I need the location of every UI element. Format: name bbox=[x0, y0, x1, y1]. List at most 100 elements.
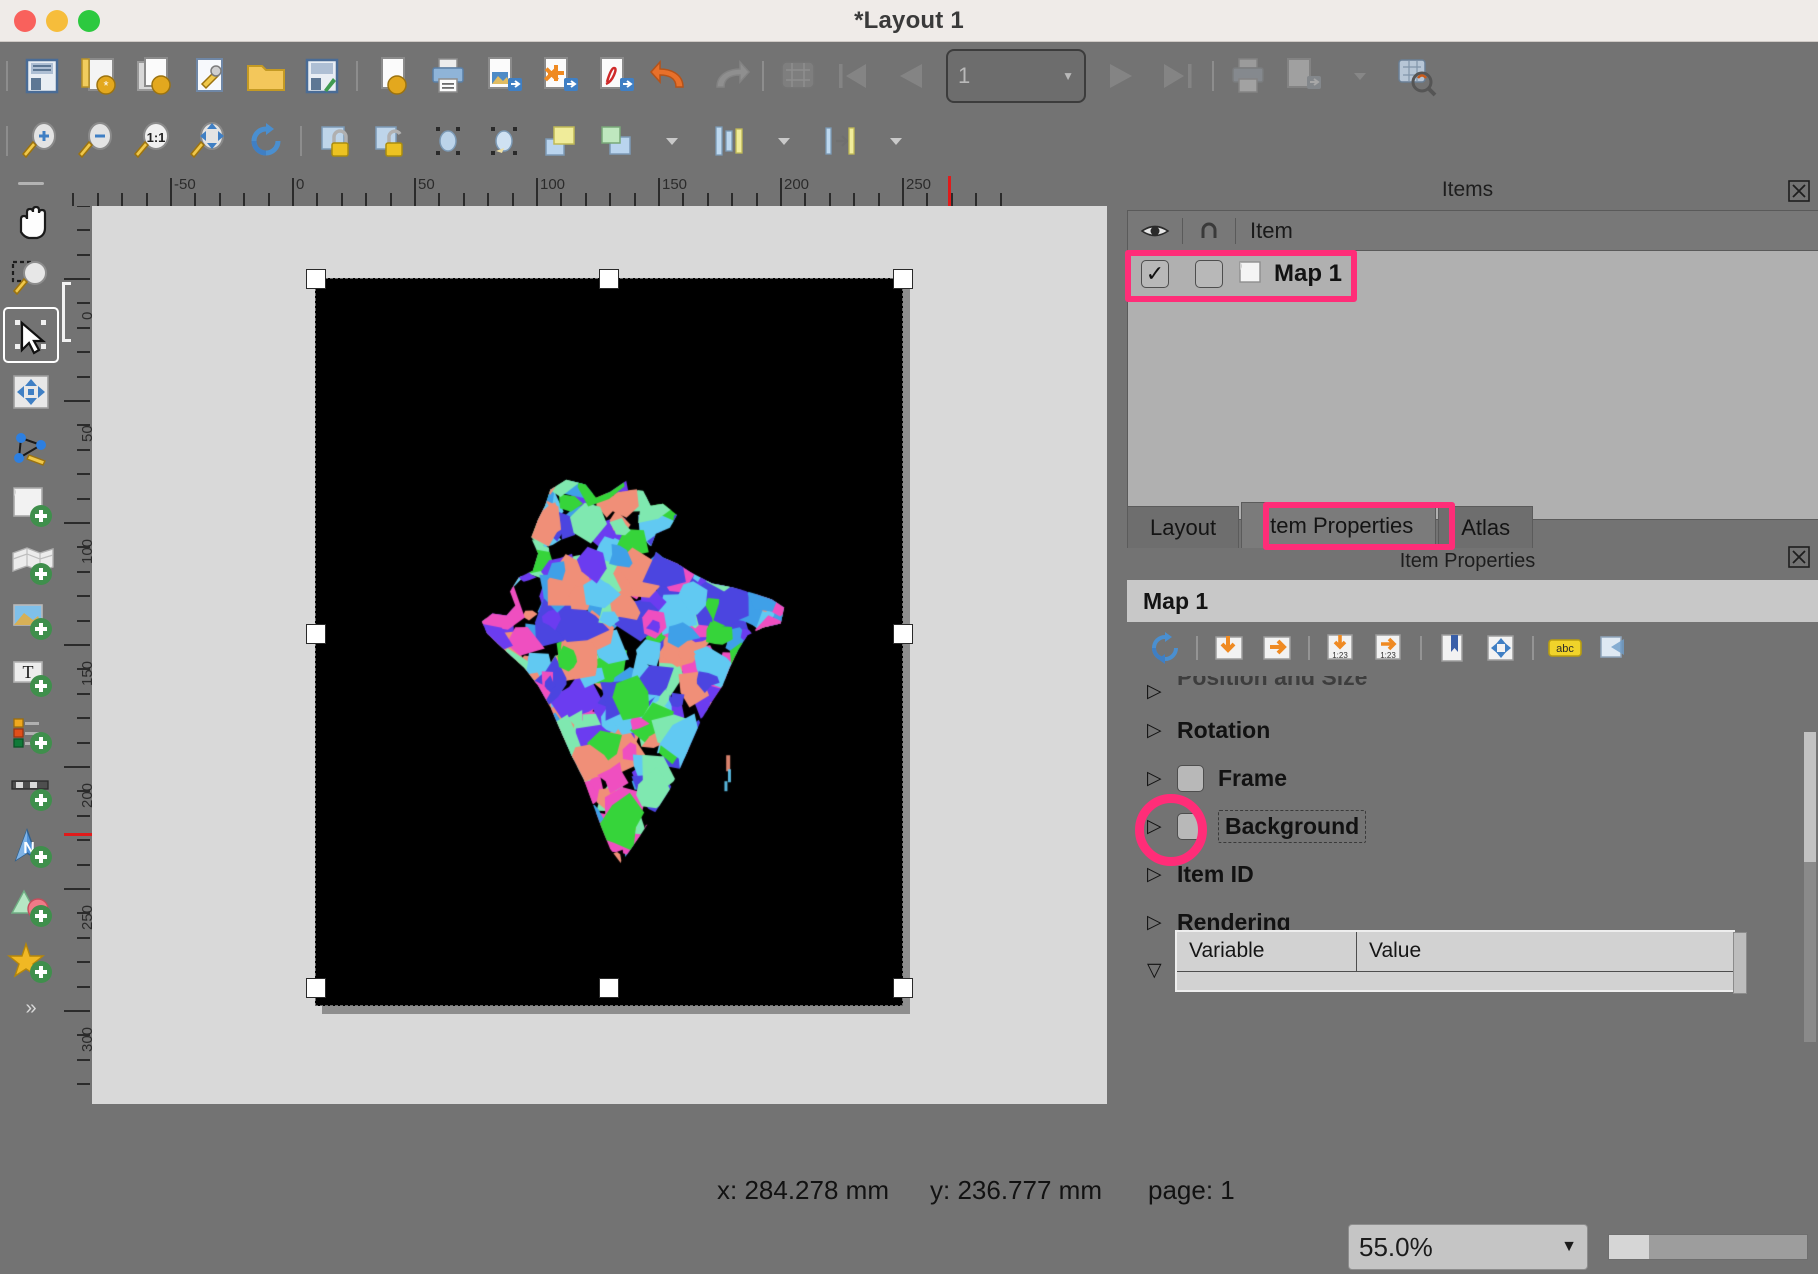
interactive-edit-button[interactable] bbox=[1479, 626, 1523, 670]
first-feature-button[interactable] bbox=[826, 48, 882, 104]
variables-column-value: Value bbox=[1357, 932, 1421, 971]
properties-scrollbar[interactable] bbox=[1804, 732, 1816, 1042]
lock-items-button[interactable] bbox=[308, 113, 364, 169]
tab-item-properties[interactable]: Item Properties bbox=[1241, 502, 1436, 548]
selection-handle-se[interactable] bbox=[893, 978, 913, 998]
zoom-out-button[interactable] bbox=[70, 113, 126, 169]
previous-feature-button[interactable] bbox=[882, 48, 938, 104]
add-picture-tool[interactable] bbox=[3, 592, 59, 648]
clipping-settings-button[interactable] bbox=[1591, 626, 1635, 670]
unlock-items-button[interactable] bbox=[364, 113, 420, 169]
zoom-in-button[interactable] bbox=[14, 113, 70, 169]
table-row[interactable]: ✓ Map 1 bbox=[1128, 251, 1818, 297]
align-items-button[interactable] bbox=[700, 113, 756, 169]
set-canvas-to-map-extent-button[interactable] bbox=[1255, 626, 1299, 670]
distribute-items-button[interactable] bbox=[812, 113, 868, 169]
add-legend-tool[interactable] bbox=[3, 706, 59, 762]
atlas-page-selector[interactable]: 1 ▼ bbox=[946, 49, 1086, 103]
selection-handle-sw[interactable] bbox=[306, 978, 326, 998]
layout-manager-button[interactable] bbox=[182, 48, 238, 104]
add-scalebar-tool[interactable] bbox=[3, 763, 59, 819]
zoom-100-button[interactable]: 1:1 bbox=[126, 113, 182, 169]
variables-scrollbar[interactable] bbox=[1733, 932, 1747, 994]
svg-text:1:23: 1:23 bbox=[1332, 651, 1348, 660]
bookmarks-button[interactable] bbox=[1431, 626, 1475, 670]
export-pdf-button[interactable] bbox=[588, 48, 644, 104]
redo-button[interactable] bbox=[700, 48, 756, 104]
zoom-slider-thumb[interactable] bbox=[1609, 1235, 1649, 1259]
selection-handle-ne[interactable] bbox=[893, 269, 913, 289]
tab-layout[interactable]: Layout bbox=[1127, 506, 1239, 548]
export-svg-button[interactable] bbox=[532, 48, 588, 104]
distribute-items-dropdown[interactable] bbox=[868, 113, 924, 169]
save-project-button[interactable] bbox=[14, 48, 70, 104]
zoom-slider[interactable] bbox=[1608, 1234, 1808, 1260]
close-icon[interactable] bbox=[1788, 546, 1810, 568]
section-frame[interactable]: ▷ Frame bbox=[1127, 754, 1818, 802]
new-layout-button[interactable]: * bbox=[70, 48, 126, 104]
open-template-button[interactable] bbox=[238, 48, 294, 104]
undo-button[interactable] bbox=[644, 48, 700, 104]
pan-layout-tool[interactable] bbox=[3, 193, 59, 249]
item-visibility-toggle[interactable]: ✓ bbox=[1128, 260, 1182, 288]
item-lock-toggle[interactable] bbox=[1182, 260, 1236, 288]
export-atlas-button[interactable] bbox=[1276, 48, 1332, 104]
lower-items-button[interactable] bbox=[588, 113, 644, 169]
layout-canvas[interactable] bbox=[92, 206, 1107, 1104]
add-map-tool[interactable] bbox=[3, 478, 59, 534]
align-items-dropdown[interactable] bbox=[756, 113, 812, 169]
save-template-button[interactable] bbox=[294, 48, 350, 104]
tab-atlas[interactable]: Atlas bbox=[1438, 506, 1533, 548]
atlas-export-dropdown[interactable] bbox=[1332, 48, 1388, 104]
update-preview-button[interactable] bbox=[1143, 626, 1187, 670]
edit-nodes-tool[interactable] bbox=[3, 421, 59, 477]
export-image-button[interactable] bbox=[476, 48, 532, 104]
selection-handle-s[interactable] bbox=[599, 978, 619, 998]
variables-table[interactable]: Variable Value bbox=[1175, 930, 1735, 992]
section-background[interactable]: ▷ Background bbox=[1127, 802, 1818, 850]
scrollbar-thumb[interactable] bbox=[1804, 732, 1816, 862]
zoom-level-combobox[interactable]: 55.0% ▼ bbox=[1348, 1224, 1588, 1270]
add-grid-tool[interactable] bbox=[3, 535, 59, 591]
zoom-full-button[interactable] bbox=[182, 113, 238, 169]
zoom-tool[interactable] bbox=[3, 250, 59, 306]
atlas-preview-button[interactable] bbox=[1388, 48, 1444, 104]
add-shape-tool[interactable] bbox=[3, 877, 59, 933]
background-checkbox[interactable] bbox=[1177, 813, 1204, 840]
ungroup-items-button[interactable] bbox=[476, 113, 532, 169]
select-move-item-tool[interactable] bbox=[3, 307, 59, 363]
selection-handle-e[interactable] bbox=[893, 624, 913, 644]
map-item-frame[interactable] bbox=[315, 278, 903, 1006]
print-atlas-button[interactable] bbox=[1220, 48, 1276, 104]
chevron-right-icon: ▷ bbox=[1147, 719, 1177, 742]
frame-checkbox[interactable] bbox=[1177, 765, 1204, 792]
next-feature-button[interactable] bbox=[1094, 48, 1150, 104]
raise-lower-dropdown[interactable] bbox=[644, 113, 700, 169]
labeling-settings-button[interactable]: abc bbox=[1543, 626, 1587, 670]
sidebar-overflow-icon[interactable]: » bbox=[25, 997, 36, 1020]
section-rotation[interactable]: ▷ Rotation bbox=[1127, 706, 1818, 754]
zoom-level-value: 55.0% bbox=[1359, 1232, 1433, 1263]
items-tree-panel[interactable]: Item ✓ Map 1 bbox=[1127, 210, 1818, 520]
selection-handle-w[interactable] bbox=[306, 624, 326, 644]
last-feature-button[interactable] bbox=[1150, 48, 1206, 104]
add-north-arrow-tool[interactable]: N bbox=[3, 820, 59, 876]
move-item-content-tool[interactable] bbox=[3, 364, 59, 420]
group-items-button[interactable] bbox=[420, 113, 476, 169]
close-icon[interactable] bbox=[1788, 180, 1810, 202]
set-map-scale-to-canvas-button[interactable]: 1:23 bbox=[1319, 626, 1363, 670]
add-label-tool[interactable]: T bbox=[3, 649, 59, 705]
add-marker-tool[interactable] bbox=[3, 934, 59, 990]
print-button[interactable] bbox=[420, 48, 476, 104]
selection-handle-n[interactable] bbox=[599, 269, 619, 289]
section-position-and-size[interactable]: ▷ Position and Size bbox=[1127, 676, 1818, 706]
atlas-settings-button[interactable] bbox=[770, 48, 826, 104]
duplicate-layout-button[interactable] bbox=[126, 48, 182, 104]
set-map-extent-to-canvas-button[interactable] bbox=[1207, 626, 1251, 670]
section-item-id[interactable]: ▷ Item ID bbox=[1127, 850, 1818, 898]
raise-items-button[interactable] bbox=[532, 113, 588, 169]
layout-properties-button[interactable] bbox=[364, 48, 420, 104]
selection-handle-nw[interactable] bbox=[306, 269, 326, 289]
set-canvas-scale-to-map-button[interactable]: 1:23 bbox=[1367, 626, 1411, 670]
refresh-view-button[interactable] bbox=[238, 113, 294, 169]
